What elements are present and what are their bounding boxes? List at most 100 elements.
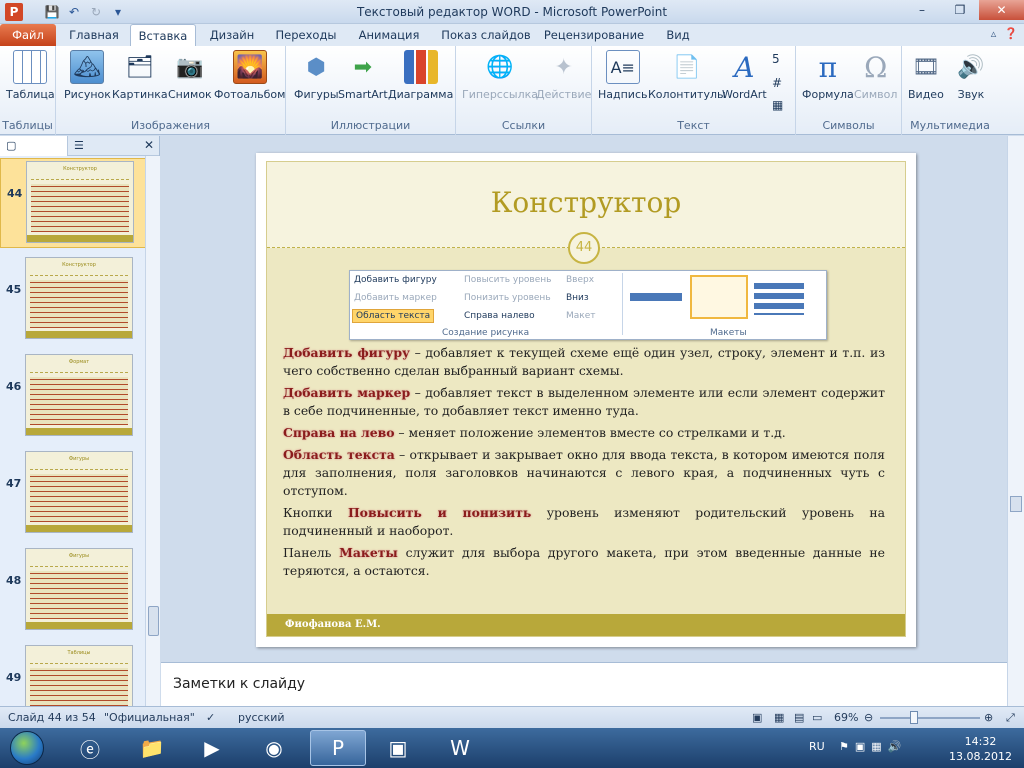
notes-pane[interactable]: Заметки к слайду bbox=[161, 662, 1007, 706]
ie-icon[interactable]: ⓔ bbox=[62, 730, 118, 766]
picture-button[interactable]: 🏔 Рисунок bbox=[64, 50, 111, 101]
title-bar: P 💾 ↶ ↻ ▾ Текстовый редактор WORD - Micr… bbox=[0, 0, 1024, 24]
ribbon-screenshot-image: Добавить фигуру Добавить маркер Область … bbox=[349, 270, 827, 340]
chart-icon bbox=[403, 50, 438, 84]
photoalbum-icon: 🌄 bbox=[232, 50, 267, 84]
video-button[interactable]: 🎞 Видео bbox=[908, 50, 944, 102]
tab-review[interactable]: Рецензирование bbox=[542, 24, 646, 46]
system-tray: RU ⚑▣▦🔊 14:32 13.08.2012 bbox=[779, 728, 1024, 768]
ribbon-tabs: Файл Главная Вставка Дизайн Переходы Ани… bbox=[0, 24, 1024, 46]
tab-transitions[interactable]: Переходы bbox=[270, 24, 342, 46]
slide-thumbnail-46[interactable]: 46 Формат bbox=[0, 352, 148, 442]
tab-slides[interactable]: ▢ bbox=[0, 136, 68, 156]
wordart-button[interactable]: A WordArt bbox=[722, 50, 767, 102]
vertical-scrollbar[interactable] bbox=[1007, 136, 1024, 706]
chrome-icon[interactable]: ◉ bbox=[246, 730, 302, 766]
taskbar-app[interactable]: ▣ bbox=[370, 730, 426, 766]
tab-slideshow[interactable]: Показ слайдов bbox=[436, 24, 536, 46]
slide-sorter-icon[interactable]: ▦ bbox=[774, 711, 784, 724]
equation-button[interactable]: π Формула bbox=[802, 50, 854, 102]
tab-animation[interactable]: Анимация bbox=[350, 24, 428, 46]
slide-thumbnail-image: Фигуры bbox=[25, 548, 133, 630]
zoom-slider[interactable] bbox=[880, 717, 980, 719]
symbol-button[interactable]: Ω Символ bbox=[854, 50, 897, 102]
minimize-ribbon-icon[interactable]: ▵ bbox=[991, 27, 997, 40]
normal-view-icon[interactable]: ▣ bbox=[752, 711, 762, 724]
date-time-icon[interactable]: 5 bbox=[772, 52, 780, 66]
up-label: Вверх bbox=[566, 275, 595, 285]
tab-insert[interactable]: Вставка bbox=[130, 24, 196, 46]
tab-design[interactable]: Дизайн bbox=[202, 24, 262, 46]
clock[interactable]: 14:32 13.08.2012 bbox=[949, 734, 1012, 764]
zoom-out-icon[interactable]: ⊖ bbox=[864, 711, 873, 724]
windows-taskbar: ⓔ 📁 ▶ ◉ P ▣ W RU ⚑▣▦🔊 14:32 13.08.2012 bbox=[0, 728, 1024, 768]
taskbar-word[interactable]: W bbox=[432, 730, 488, 766]
slide-thumbnail-image: Конструктор bbox=[26, 161, 134, 243]
taskbar-powerpoint[interactable]: P bbox=[310, 730, 366, 766]
explorer-icon[interactable]: 📁 bbox=[124, 730, 180, 766]
textbox-button[interactable]: A≡ Надпись bbox=[598, 50, 648, 101]
layout-thumb-1 bbox=[630, 293, 682, 301]
camera-icon: 📷 bbox=[176, 54, 204, 80]
table-button[interactable]: Таблица bbox=[6, 50, 55, 101]
language-indicator[interactable]: русский bbox=[238, 711, 285, 724]
slide-thumbnail-47[interactable]: 47 Фигуры bbox=[0, 449, 148, 539]
clipart-icon: 🗂 bbox=[125, 54, 154, 80]
fit-to-window-icon[interactable]: ⤢ bbox=[1006, 711, 1015, 725]
ribbon: Таблица Таблицы 🏔 Рисунок 🗂 Картинка 📷 С… bbox=[0, 46, 1024, 135]
group-links: 🌐 Гиперссылка ✦ Действие Ссылки bbox=[456, 46, 592, 135]
slide-thumbnail-title: Конструктор bbox=[30, 262, 128, 276]
slide-thumbnail-48[interactable]: 48 Фигуры bbox=[0, 546, 148, 636]
tab-file[interactable]: Файл bbox=[0, 24, 56, 46]
slide-title[interactable]: Конструктор bbox=[267, 186, 905, 219]
slideshow-icon[interactable]: ▭ bbox=[812, 711, 822, 724]
scrollbar-thumb[interactable] bbox=[148, 606, 159, 636]
minimize-button[interactable]: – bbox=[903, 0, 941, 20]
tab-outline-icon[interactable]: ☰ bbox=[74, 139, 84, 152]
paragraph: Добавить фигуру – добавляет к текущей сх… bbox=[283, 345, 885, 378]
clipart-button[interactable]: 🗂 Картинка bbox=[112, 50, 168, 102]
slide-canvas[interactable]: Конструктор 44 Добавить фигуру Добавить … bbox=[256, 153, 916, 647]
add-shape-label: Добавить фигуру bbox=[354, 275, 437, 285]
headerfooter-button[interactable]: 📄 Колонтитулы bbox=[648, 50, 726, 102]
slide-body-text[interactable]: Добавить фигуру – добавляет к текущей сх… bbox=[283, 344, 885, 584]
slide-thumbnail-title: Формат bbox=[30, 359, 128, 373]
slide-number-icon[interactable]: # bbox=[772, 76, 782, 90]
thumbnails-scrollbar[interactable] bbox=[145, 156, 160, 706]
screenshot-button[interactable]: 📷 Снимок bbox=[168, 50, 212, 102]
help-icon[interactable]: ❓ bbox=[1004, 27, 1018, 40]
action-button[interactable]: ✦ Действие bbox=[536, 50, 591, 102]
slide-thumbnail-title: Конструктор bbox=[31, 166, 129, 180]
theme-name[interactable]: "Официальная" bbox=[104, 711, 195, 724]
window-title: Текстовый редактор WORD - Microsoft Powe… bbox=[356, 5, 668, 19]
start-button[interactable] bbox=[2, 729, 52, 767]
slide-thumbnail-44[interactable]: 44 Конструктор bbox=[0, 158, 148, 248]
zoom-in-icon[interactable]: ⊕ bbox=[984, 711, 993, 724]
reading-view-icon[interactable]: ▤ bbox=[794, 711, 804, 724]
audio-button[interactable]: 🔊 Звук bbox=[954, 50, 988, 102]
tab-home[interactable]: Главная bbox=[64, 24, 124, 46]
zoom-slider-thumb[interactable] bbox=[910, 711, 918, 724]
text-pane-label: Область текста bbox=[352, 309, 435, 323]
shapes-button[interactable]: ⬢ Фигуры bbox=[294, 50, 339, 102]
smartart-button[interactable]: ➡ SmartArt bbox=[338, 50, 388, 102]
tab-view[interactable]: Вид bbox=[654, 24, 702, 46]
globe-icon: 🌐 bbox=[486, 54, 514, 80]
slide-thumbnail-45[interactable]: 45 Конструктор bbox=[0, 255, 148, 345]
table-icon bbox=[13, 50, 48, 84]
slide-thumbnail-number: 46 bbox=[6, 380, 22, 393]
spellcheck-icon[interactable]: ✓ bbox=[206, 711, 215, 724]
group-media: 🎞 Видео 🔊 Звук Мультимедиа bbox=[902, 46, 998, 135]
chart-button[interactable]: Диаграмма bbox=[388, 50, 453, 101]
tray-icons[interactable]: ⚑▣▦🔊 bbox=[839, 740, 907, 753]
object-icon[interactable]: ▦ bbox=[772, 98, 783, 112]
language-indicator[interactable]: RU bbox=[809, 740, 825, 753]
hyperlink-button[interactable]: 🌐 Гиперссылка bbox=[462, 50, 538, 102]
close-button[interactable]: ✕ bbox=[979, 0, 1024, 20]
zoom-level[interactable]: 69% bbox=[834, 711, 858, 724]
close-pane-icon[interactable]: ✕ bbox=[144, 138, 154, 152]
media-player-icon[interactable]: ▶ bbox=[184, 730, 240, 766]
scrollbar-thumb[interactable] bbox=[1010, 496, 1022, 512]
maximize-button[interactable]: ❐ bbox=[941, 0, 979, 20]
photoalbum-button[interactable]: 🌄 Фотоальбом bbox=[214, 50, 285, 101]
